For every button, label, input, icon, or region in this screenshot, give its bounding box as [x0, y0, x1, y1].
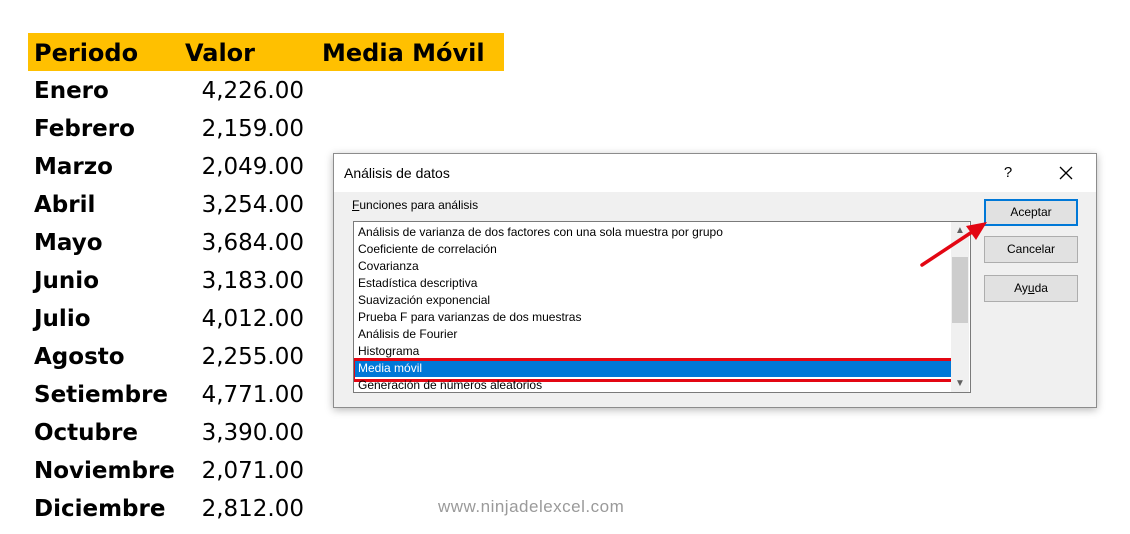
cell-periodo[interactable]: Mayo — [34, 224, 103, 262]
table-row: Agosto 2,255.00 — [0, 338, 340, 376]
accept-button[interactable]: Aceptar — [984, 199, 1078, 226]
header-media-movil: Media Móvil — [322, 39, 485, 67]
cell-valor[interactable]: 4,226.00 — [170, 72, 304, 110]
list-item[interactable]: Covarianza — [354, 258, 954, 275]
list-item[interactable]: Suavización exponencial — [354, 292, 954, 309]
watermark: www.ninjadelexcel.com — [438, 497, 625, 516]
list-item[interactable]: Análisis de varianza de dos factores con… — [354, 224, 954, 241]
listbox-scrollbar[interactable]: ▲ ▼ — [951, 222, 969, 392]
list-item[interactable]: Estadística descriptiva — [354, 275, 954, 292]
list-item[interactable]: Generación de números aleatorios — [354, 377, 954, 392]
close-icon — [1059, 166, 1073, 180]
functions-listbox[interactable]: Análisis de varianza de dos factores con… — [353, 221, 971, 393]
cell-periodo[interactable]: Marzo — [34, 148, 113, 186]
cell-periodo[interactable]: Abril — [34, 186, 95, 224]
scroll-thumb[interactable] — [952, 257, 968, 323]
cancel-button[interactable]: Cancelar — [984, 236, 1078, 263]
table-row: Octubre 3,390.00 — [0, 414, 340, 452]
help-button[interactable]: ? — [994, 162, 1022, 184]
header-periodo: Periodo — [34, 39, 139, 67]
cell-periodo[interactable]: Octubre — [34, 414, 138, 452]
cell-periodo[interactable]: Noviembre — [34, 452, 175, 490]
cell-periodo[interactable]: Julio — [34, 300, 91, 338]
dialog-titlebar[interactable]: Análisis de datos ? — [334, 154, 1096, 192]
cell-valor[interactable]: 3,254.00 — [170, 186, 304, 224]
cell-periodo[interactable]: Enero — [34, 72, 109, 110]
list-item[interactable]: Prueba F para varianzas de dos muestras — [354, 309, 954, 326]
cell-valor[interactable]: 2,071.00 — [170, 452, 304, 490]
cell-periodo[interactable]: Diciembre — [34, 490, 165, 528]
dialog-title: Análisis de datos — [344, 165, 450, 181]
scroll-down-icon[interactable]: ▼ — [951, 375, 969, 392]
table-row: Abril 3,254.00 — [0, 186, 340, 224]
cell-valor[interactable]: 2,255.00 — [170, 338, 304, 376]
table-row: Marzo 2,049.00 — [0, 148, 340, 186]
table-row: Diciembre 2,812.00 — [0, 490, 340, 528]
table-row: Mayo 3,684.00 — [0, 224, 340, 262]
list-item[interactable]: Histograma — [354, 343, 954, 360]
cell-valor[interactable]: 4,771.00 — [170, 376, 304, 414]
cell-valor[interactable]: 3,183.00 — [170, 262, 304, 300]
close-button[interactable] — [1046, 162, 1086, 184]
list-item-label: Media móvil — [358, 361, 423, 375]
cell-periodo[interactable]: Agosto — [34, 338, 125, 376]
table-row: Noviembre 2,071.00 — [0, 452, 340, 490]
table-row: Setiembre 4,771.00 — [0, 376, 340, 414]
header-valor: Valor — [185, 39, 256, 67]
cell-periodo[interactable]: Febrero — [34, 110, 135, 148]
help-dialog-button[interactable]: Ayuda — [984, 275, 1078, 302]
table-row: Julio 4,012.00 — [0, 300, 340, 338]
cell-valor[interactable]: 2,049.00 — [170, 148, 304, 186]
analysis-dialog: Análisis de datos ? Funciones para análi… — [333, 153, 1097, 408]
table-row: Junio 3,183.00 — [0, 262, 340, 300]
table-row: Enero 4,226.00 — [0, 72, 340, 110]
cell-periodo[interactable]: Junio — [34, 262, 99, 300]
cell-valor[interactable]: 4,012.00 — [170, 300, 304, 338]
list-item[interactable]: Coeficiente de correlación — [354, 241, 954, 258]
scroll-up-icon[interactable]: ▲ — [951, 222, 969, 239]
cell-valor[interactable]: 2,812.00 — [170, 490, 304, 528]
list-item[interactable]: Análisis de Fourier — [354, 326, 954, 343]
list-item[interactable]: Media móvil — [354, 358, 954, 382]
table-header-row: Periodo Valor Media Móvil — [28, 33, 504, 71]
cell-periodo[interactable]: Setiembre — [34, 376, 168, 414]
functions-label: Funciones para análisis — [352, 198, 479, 212]
cell-valor[interactable]: 2,159.00 — [170, 110, 304, 148]
table-row: Febrero 2,159.00 — [0, 110, 340, 148]
cell-valor[interactable]: 3,390.00 — [170, 414, 304, 452]
cell-valor[interactable]: 3,684.00 — [170, 224, 304, 262]
